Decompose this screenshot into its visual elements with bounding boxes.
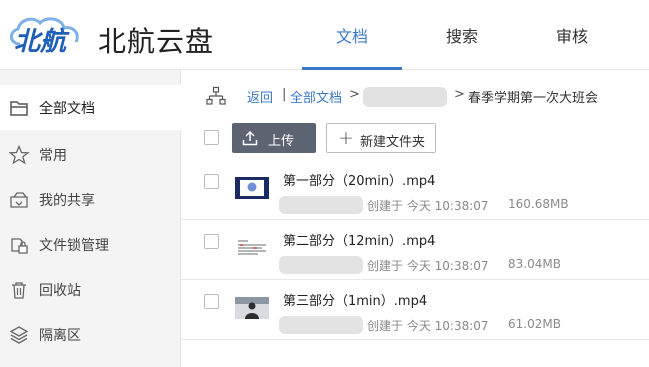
sidebar-item-my-shares[interactable]: 我的共享: [0, 177, 181, 222]
share-icon: [10, 191, 28, 208]
sidebar-item-label: 回收站: [39, 282, 81, 299]
file-created-time: 创建于 今天 10:38:07: [367, 319, 489, 333]
file-created-time: 创建于 今天 10:38:07: [367, 199, 489, 213]
file-name[interactable]: 第三部分（1min）.mp4: [283, 290, 427, 309]
row-checkbox[interactable]: [204, 294, 219, 309]
logo-text: 北航: [14, 27, 70, 57]
upload-button-label: 上传: [268, 134, 295, 149]
back-link[interactable]: 返回: [247, 87, 273, 106]
file-row[interactable]: 第三部分（1min）.mp4 创建于 今天 10:38:07 61.02MB: [181, 280, 649, 340]
sidebar-item-label: 文件锁管理: [39, 237, 109, 254]
redacted-owner: [279, 316, 363, 334]
file-name[interactable]: 第二部分（12min）.mp4: [283, 230, 435, 249]
file-row[interactable]: 第一部分（20min）.mp4 创建于 今天 10:38:07 160.68MB: [181, 160, 649, 220]
file-name[interactable]: 第一部分（20min）.mp4: [283, 170, 435, 189]
nav-tab-docs[interactable]: 文档: [302, 0, 402, 70]
redacted-owner: [279, 196, 363, 214]
app-title: 北航云盘: [98, 25, 215, 58]
sidebar-item-favorites[interactable]: 常用: [0, 132, 181, 177]
file-created-time: 创建于 今天 10:38:07: [367, 259, 489, 273]
file-size: 160.68MB: [508, 197, 569, 211]
breadcrumb-divider: |: [282, 87, 287, 102]
layers-icon: [9, 325, 29, 344]
nav-tab-review[interactable]: 审核: [522, 0, 622, 70]
video-thumb-3[interactable]: [235, 297, 269, 319]
video-thumb-1[interactable]: [235, 177, 269, 199]
breadcrumb-arrow: >: [349, 87, 360, 102]
sidebar-item-quarantine[interactable]: 隔离区: [0, 312, 181, 357]
breadcrumb: 返回 | 全部文档 > > 春季学期第一次大班会: [181, 70, 649, 122]
sidebar-item-label: 隔离区: [39, 327, 81, 344]
sidebar-item-label: 全部文档: [39, 100, 95, 117]
nav-tab-search[interactable]: 搜索: [412, 0, 512, 70]
file-size: 61.02MB: [508, 317, 561, 331]
sidebar-item-file-lock[interactable]: 文件锁管理: [0, 222, 181, 267]
select-all-checkbox[interactable]: [204, 130, 219, 145]
sidebar-item-label: 我的共享: [39, 192, 95, 209]
redacted-owner: [279, 256, 363, 274]
app-header: 北航 北航云盘 文档 搜索 审核: [0, 0, 649, 70]
new-folder-button-label: 新建文件夹: [360, 135, 426, 150]
lock-icon: [11, 237, 28, 254]
file-size: 83.04MB: [508, 257, 561, 271]
buaa-logo[interactable]: 北航: [6, 14, 90, 60]
video-thumb-2[interactable]: [235, 237, 269, 259]
redacted-folder-name[interactable]: [363, 87, 447, 107]
breadcrumb-arrow: >: [454, 87, 465, 102]
row-checkbox[interactable]: [204, 174, 219, 189]
sidebar-item-recycle-bin[interactable]: 回收站: [0, 267, 181, 312]
plus-icon: +: [338, 127, 354, 149]
star-icon: [8, 144, 30, 164]
breadcrumb-all-docs[interactable]: 全部文档: [290, 87, 342, 106]
sidebar-item-all-docs[interactable]: 全部文档: [0, 85, 181, 130]
upload-button[interactable]: 上传: [232, 123, 316, 153]
folder-icon: [10, 100, 28, 116]
row-checkbox[interactable]: [204, 234, 219, 249]
sidebar-item-label: 常用: [39, 147, 67, 164]
trash-icon: [12, 281, 26, 299]
sitemap-icon[interactable]: [206, 86, 226, 106]
upload-icon: [242, 130, 258, 146]
breadcrumb-current-folder: 春季学期第一次大班会: [468, 91, 599, 106]
file-row[interactable]: 第二部分（12min）.mp4 创建于 今天 10:38:07 83.04MB: [181, 220, 649, 280]
sidebar: 全部文档 常用 我的共享 文件锁管理 回收站 隔离区: [0, 70, 181, 367]
new-folder-button[interactable]: + 新建文件夹: [326, 123, 436, 153]
